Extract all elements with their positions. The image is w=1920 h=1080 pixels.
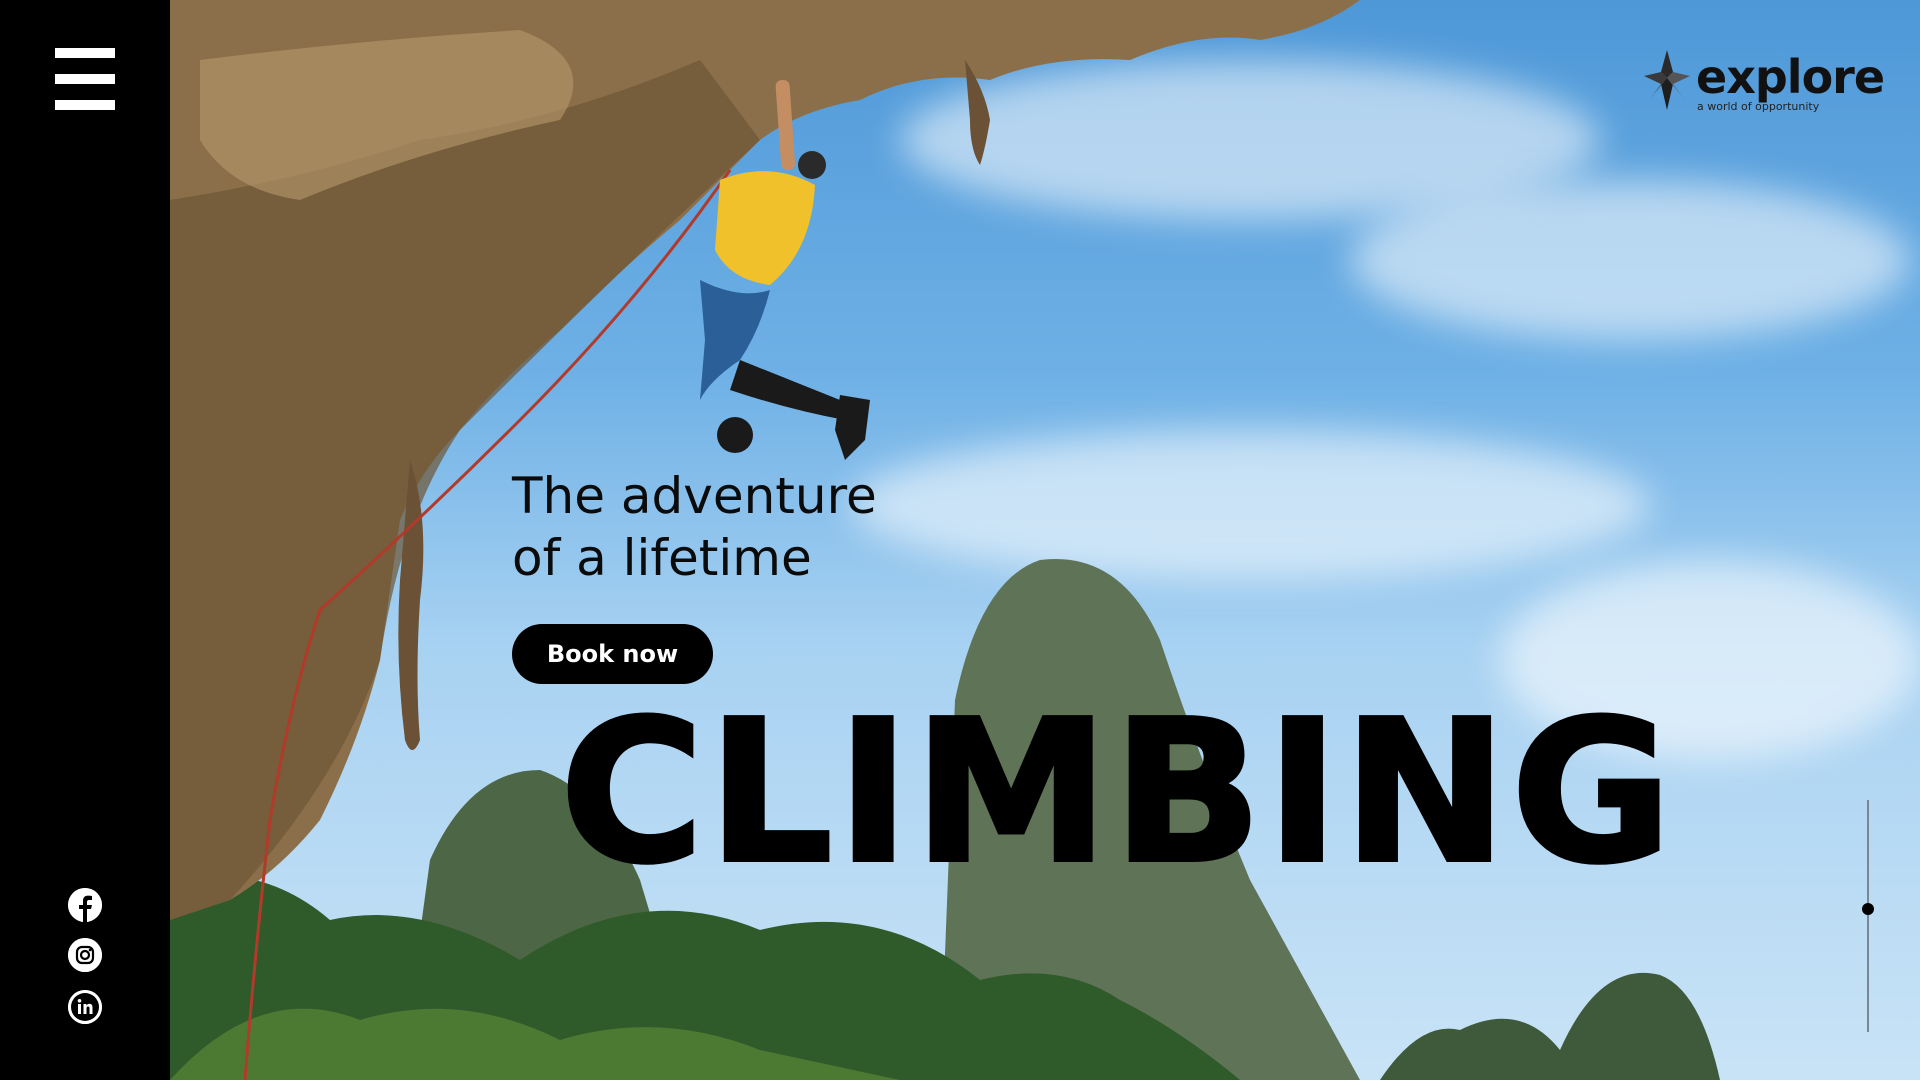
slide-scroll-track[interactable] <box>1867 800 1869 1032</box>
headline-line: The adventure <box>512 467 877 525</box>
mountain-peak <box>1380 972 1720 1080</box>
scenery-illustration <box>170 0 1720 1080</box>
menu-bar <box>55 100 115 110</box>
hero-headline: The adventure of a lifetime <box>512 465 877 589</box>
facebook-icon[interactable] <box>68 888 102 922</box>
book-now-button[interactable]: Book now <box>512 624 713 684</box>
brand-tagline: a world of opportunity <box>1697 100 1820 113</box>
star-logo-icon <box>1644 50 1690 110</box>
menu-bar <box>55 74 115 84</box>
linkedin-icon[interactable] <box>68 990 102 1024</box>
instagram-icon[interactable] <box>68 938 102 972</box>
brand-name: explore <box>1696 50 1885 104</box>
hero-section: explore a world of opportunity The adven… <box>0 0 1920 1080</box>
headline-line: of a lifetime <box>512 529 812 587</box>
activity-title: CLIMBING <box>558 679 1676 907</box>
sidebar <box>0 0 170 1080</box>
slide-scroll-handle[interactable] <box>1862 903 1874 916</box>
hamburger-menu-icon[interactable] <box>55 48 115 110</box>
brand-logo[interactable]: explore a world of opportunity <box>1642 48 1885 118</box>
menu-bar <box>55 48 115 58</box>
